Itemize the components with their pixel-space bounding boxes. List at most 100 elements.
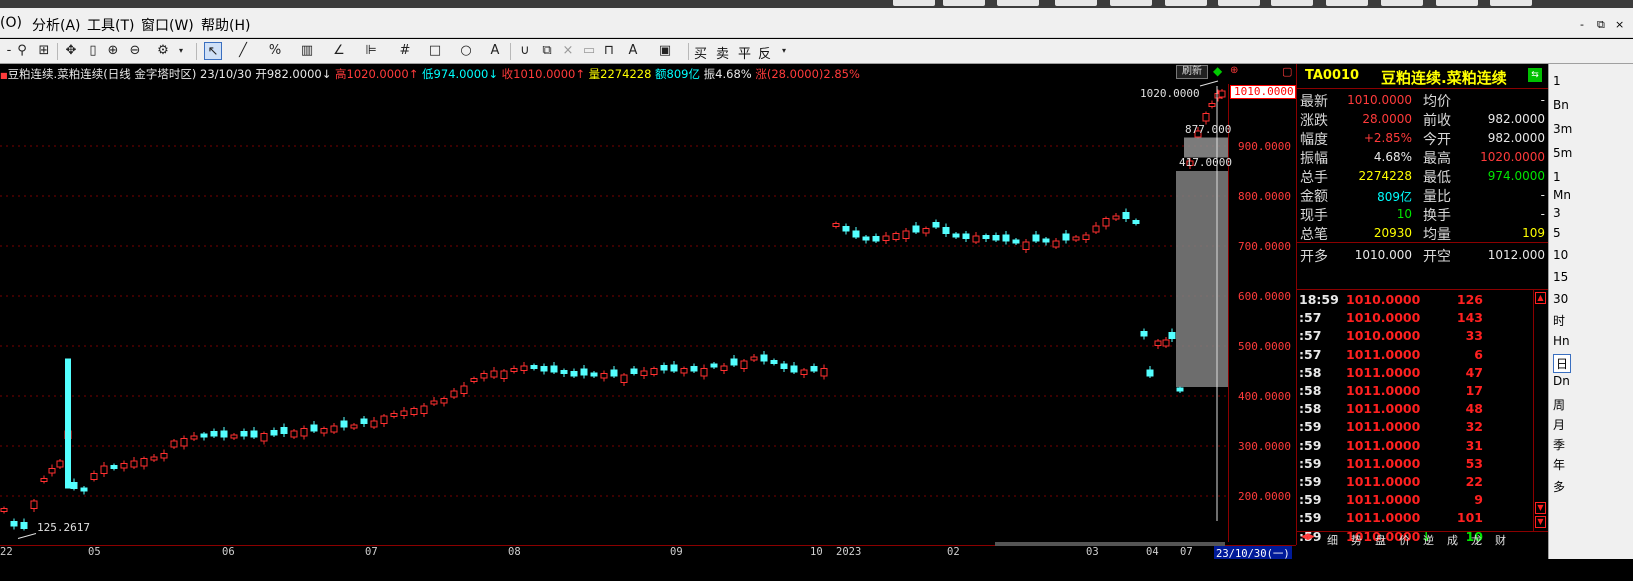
rect-tool-icon[interactable]: □ <box>426 42 444 60</box>
title-button[interactable] <box>1110 0 1152 6</box>
chevron-down-icon[interactable]: ▾ <box>172 42 190 60</box>
refresh-button[interactable]: 刷新 <box>1176 65 1208 79</box>
color-icon[interactable]: A <box>624 42 642 60</box>
sell-button[interactable]: 卖 <box>716 43 729 62</box>
bracket-tool-icon[interactable]: ⊫ <box>362 42 380 60</box>
tick-time: :57 <box>1299 346 1322 362</box>
period-item[interactable]: Bn <box>1553 98 1569 112</box>
menu-item-analysis[interactable]: 分析(A) <box>32 15 81 35</box>
period-item[interactable]: Dn <box>1553 374 1570 388</box>
period-item[interactable]: Mn <box>1553 188 1571 202</box>
quote-value: 809亿 <box>1377 190 1412 204</box>
candle-body <box>490 370 498 378</box>
window-toggle-icon[interactable]: ▢ <box>1282 65 1292 78</box>
buy-button[interactable]: 买 <box>694 43 707 62</box>
marker-icon[interactable]: ⊕ <box>1230 65 1238 76</box>
tick-scrollbar[interactable]: ▲ ▼ ▼ <box>1533 290 1547 532</box>
period-item[interactable]: 多 <box>1553 478 1565 495</box>
info-date: 23/10/30 <box>200 67 252 81</box>
lock-icon[interactable]: ⊓ <box>600 42 618 60</box>
copy-icon[interactable]: ⧉ <box>538 42 556 60</box>
period-item[interactable]: 1 <box>1553 170 1561 184</box>
scroll-end-icon[interactable]: ▼ <box>1535 516 1546 528</box>
tab-detail[interactable]: 细 <box>1327 532 1338 548</box>
title-button[interactable] <box>1165 0 1207 6</box>
chevron-down-icon[interactable]: ▾ <box>775 42 793 60</box>
fibonacci-tool-icon[interactable]: ▥ <box>298 42 316 60</box>
percent-tool-icon[interactable]: % <box>266 42 284 60</box>
minimize-button[interactable]: - <box>1580 18 1584 31</box>
period-item[interactable]: Hn <box>1553 334 1570 348</box>
tab-prev-icon[interactable]: ◀▶ <box>1301 532 1315 542</box>
text-tool-icon[interactable]: A <box>486 42 504 60</box>
tab-trade[interactable]: 成 <box>1447 532 1458 548</box>
period-item[interactable]: 周 <box>1553 396 1565 413</box>
title-button[interactable] <box>1271 0 1313 6</box>
quote-value: 10 <box>1396 207 1412 221</box>
column-icon[interactable]: ▯ <box>84 42 102 60</box>
menu-item-help[interactable]: 帮助(H) <box>201 15 250 35</box>
title-button[interactable] <box>1436 0 1478 6</box>
tick-time: :58 <box>1299 383 1322 398</box>
tab-trend[interactable]: 势 <box>1351 532 1362 548</box>
tab-reverse[interactable]: 逆 <box>1423 532 1434 548</box>
period-item[interactable]: 10 <box>1553 248 1568 262</box>
title-button[interactable] <box>1490 0 1532 6</box>
scroll-down-icon[interactable]: ▼ <box>1535 502 1546 514</box>
period-item[interactable]: 5m <box>1553 146 1572 160</box>
period-item[interactable]: 3 <box>1553 206 1561 220</box>
scroll-up-icon[interactable]: ▲ <box>1535 292 1546 304</box>
menu-item-window[interactable]: 窗口(W) <box>141 15 194 35</box>
period-item[interactable]: 年 <box>1553 456 1565 473</box>
filter-icon[interactable]: ⚲ <box>13 42 31 60</box>
quote-label: 总手 <box>1300 170 1328 186</box>
zoom-in-icon[interactable]: ⊕ <box>104 42 122 60</box>
zoom-out-icon[interactable]: ⊖ <box>126 42 144 60</box>
delete-icon[interactable]: × <box>559 42 577 60</box>
save-icon[interactable]: ▣ <box>656 42 674 60</box>
quote-switch-icon[interactable]: ⇆ <box>1528 68 1542 82</box>
title-button[interactable] <box>1055 0 1097 6</box>
candle-body <box>1022 241 1030 250</box>
period-item[interactable]: 时 <box>1553 312 1565 329</box>
tab-price[interactable]: 价 <box>1399 532 1410 548</box>
reverse-button[interactable]: 反 <box>758 43 771 62</box>
period-item[interactable]: 30 <box>1553 292 1568 306</box>
title-button[interactable] <box>1381 0 1423 6</box>
date-label: 07 <box>365 546 378 558</box>
period-item[interactable]: 1 <box>1553 74 1561 88</box>
move-icon[interactable]: ✥ <box>62 42 80 60</box>
ellipse-tool-icon[interactable]: ○ <box>457 42 475 60</box>
title-button[interactable] <box>943 0 985 6</box>
trash-icon[interactable]: ▭ <box>580 42 598 60</box>
period-item[interactable]: 日 <box>1553 354 1572 373</box>
title-button[interactable] <box>893 0 935 6</box>
menu-item-tools[interactable]: 工具(T) <box>87 15 134 35</box>
grid-tool-icon[interactable]: # <box>396 42 414 60</box>
period-item[interactable]: 5 <box>1553 226 1561 240</box>
kline-chart[interactable]: ■豆粕连续.菜粕连续(日线 金字塔时区) 23/10/30 开982.0000↓… <box>0 64 1296 545</box>
line-tool-icon[interactable]: ╱ <box>234 42 252 60</box>
title-button[interactable] <box>1218 0 1260 6</box>
diamond-icon[interactable]: ◆ <box>1213 64 1222 78</box>
close-position-button[interactable]: 平 <box>738 43 751 62</box>
period-item[interactable]: 季 <box>1553 436 1565 453</box>
magnet-icon[interactable]: ∪ <box>516 42 534 60</box>
tab-book[interactable]: 盘 <box>1375 532 1386 548</box>
close-button[interactable]: × <box>1615 18 1624 31</box>
menu-item-o[interactable]: (O) <box>0 15 22 31</box>
cursor-icon[interactable]: ↖ <box>204 42 222 60</box>
title-button[interactable] <box>997 0 1039 6</box>
fit-icon[interactable]: ⊞ <box>35 42 53 60</box>
period-item[interactable]: 3m <box>1553 122 1572 136</box>
restore-button[interactable]: ⧉ <box>1597 18 1605 32</box>
period-item[interactable]: 月 <box>1553 416 1565 433</box>
quote-row: 金额 809亿 量比 - <box>1297 186 1548 205</box>
angle-tool-icon[interactable]: ∠ <box>330 42 348 60</box>
period-item[interactable]: 15 <box>1553 270 1568 284</box>
settings-icon[interactable]: ⚙ <box>154 42 172 60</box>
tab-dragon[interactable]: 龙 <box>1471 532 1482 548</box>
tab-finance[interactable]: 财 <box>1495 532 1506 548</box>
candle-body <box>610 369 618 377</box>
title-button[interactable] <box>1326 0 1368 6</box>
